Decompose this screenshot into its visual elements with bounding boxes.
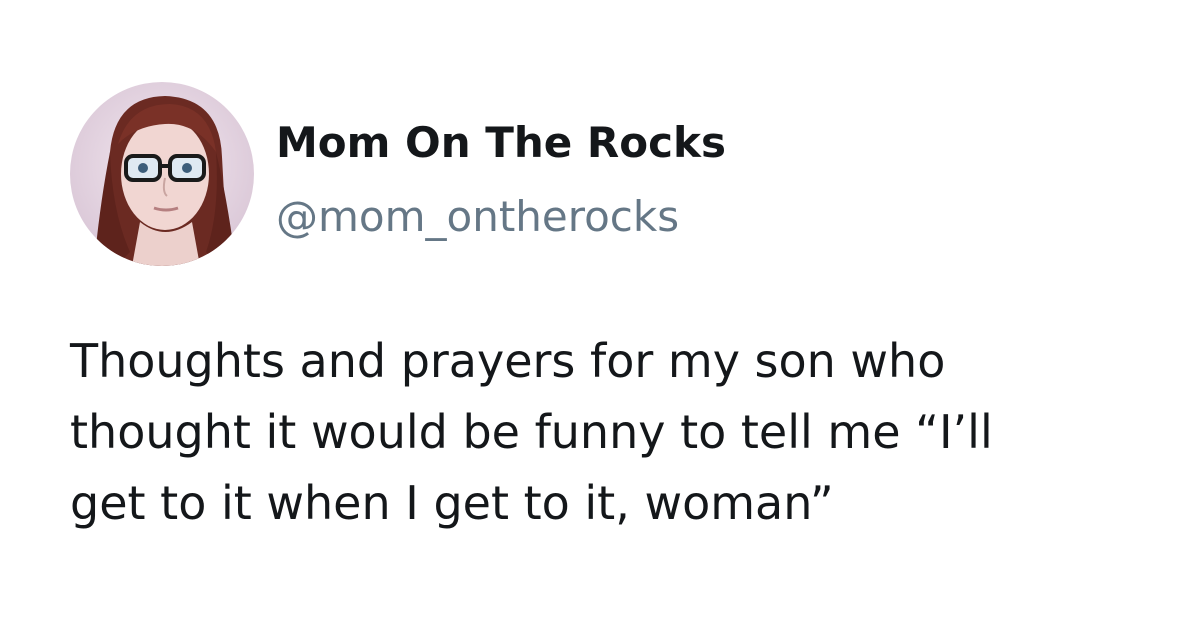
tweet-text-line: get to it when I get to it, woman” — [70, 476, 834, 530]
tweet-text-line: Thoughts and prayers for my son who — [70, 334, 946, 388]
profile-photo-avatar-icon — [70, 82, 254, 266]
tweet-text-line: thought it would be funny to tell me “I’… — [70, 405, 993, 459]
author-display-name[interactable]: Mom On The Rocks — [276, 116, 726, 170]
author-handle[interactable]: @mom_ontherocks — [276, 190, 679, 244]
tweet-card: Mom On The Rocks @mom_ontherocks Thought… — [0, 0, 1200, 628]
avatar[interactable] — [70, 82, 254, 266]
tweet-text: Thoughts and prayers for my son who thou… — [70, 326, 1130, 539]
